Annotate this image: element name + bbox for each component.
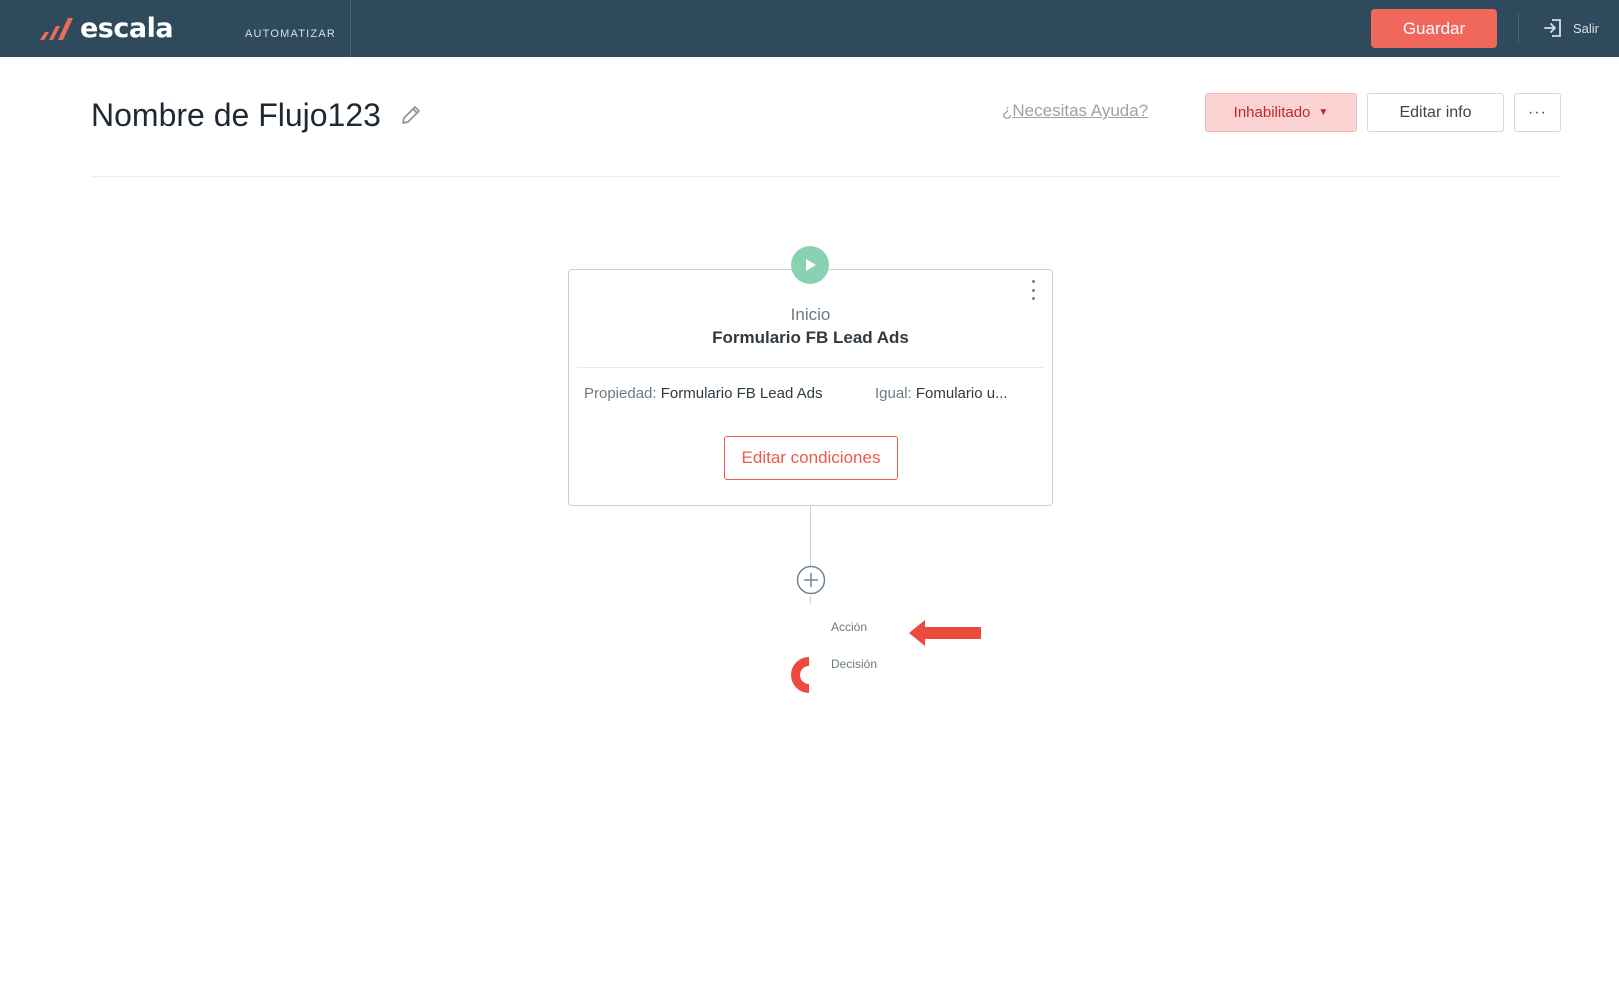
condition-equals: Igual: Fomulario u... — [875, 385, 1008, 402]
pointer-arrow-icon — [909, 620, 981, 646]
trigger-title: Formulario FB Lead Ads — [712, 328, 909, 347]
escala-logo[interactable]: escala — [38, 12, 174, 44]
edit-info-button[interactable]: Editar info — [1367, 93, 1504, 132]
add-step-icon[interactable] — [796, 565, 826, 595]
edit-conditions-button[interactable]: Editar condiciones — [724, 436, 898, 480]
header-divider — [91, 176, 1561, 177]
caret-down-icon: ▼ — [1318, 107, 1329, 118]
logo-text: escala — [80, 12, 174, 44]
status-dropdown[interactable]: Inhabilitado ▼ — [1205, 93, 1357, 132]
flow-connector-lower — [810, 596, 811, 604]
pencil-icon[interactable] — [399, 103, 423, 127]
card-menu-icon[interactable] — [1026, 280, 1040, 300]
condition-property: Propiedad: Formulario FB Lead Ads — [584, 385, 823, 402]
card-divider — [577, 367, 1044, 368]
topbar-divider — [350, 0, 351, 57]
exit-button[interactable]: Salir — [1543, 18, 1599, 38]
flow-title: Nombre de Flujo123 — [91, 97, 381, 133]
exit-icon — [1544, 19, 1561, 37]
status-label: Inhabilitado — [1233, 104, 1311, 121]
menu-item-accion[interactable]: Acción — [831, 620, 867, 634]
menu-item-decision[interactable]: Decisión — [831, 657, 877, 671]
more-options-button[interactable]: ··· — [1514, 93, 1561, 132]
save-button[interactable]: Guardar — [1371, 9, 1497, 48]
exit-label: Salir — [1573, 20, 1600, 36]
top-bar: escala AUTOMATIZAR Guardar Salir — [0, 0, 1619, 57]
flow-connector — [810, 506, 811, 566]
help-link[interactable]: ¿Necesitas Ayuda? — [1002, 101, 1148, 121]
logo-bars-icon — [40, 18, 73, 40]
trigger-kicker: Inicio — [790, 305, 831, 324]
topbar-divider-right — [1518, 14, 1519, 42]
section-label: AUTOMATIZAR — [245, 28, 337, 40]
play-icon — [791, 246, 829, 284]
red-marker-icon — [791, 657, 809, 693]
